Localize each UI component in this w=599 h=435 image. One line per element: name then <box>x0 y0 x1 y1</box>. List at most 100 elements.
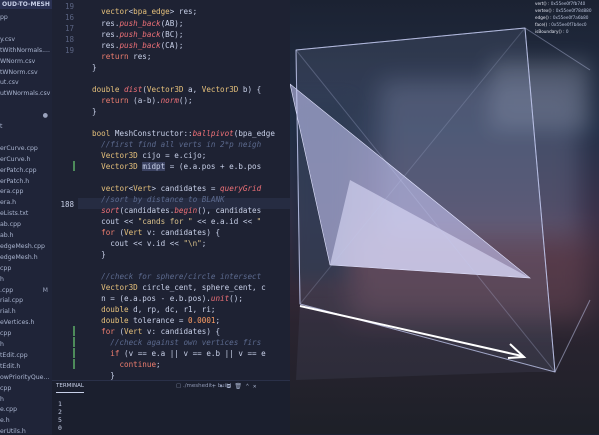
stat-label: vert() <box>535 1 547 6</box>
file-item[interactable]: erPatch.cpp <box>0 165 52 176</box>
file-item[interactable]: tEdit.cpp <box>0 350 52 361</box>
line-number: 188 <box>60 200 74 209</box>
code-line: } <box>92 250 106 259</box>
file-item[interactable]: erCurve.cpp <box>0 143 52 154</box>
file-item[interactable]: rial.cpp <box>0 295 52 306</box>
terminal-output-line: 2 <box>58 408 62 416</box>
file-name: tEdit.cpp <box>0 351 28 359</box>
file-name: e.cpp <box>0 406 18 414</box>
file-item[interactable]: eVertices.h <box>0 317 52 328</box>
file-item[interactable] <box>0 132 52 143</box>
file-item[interactable]: erPatch.h <box>0 176 52 187</box>
file-item[interactable]: h <box>0 274 52 285</box>
code-line: return res; <box>101 52 152 61</box>
file-item[interactable]: e.cpp <box>0 404 52 415</box>
file-item[interactable]: eLists.txt <box>0 208 52 219</box>
file-name: y.csv <box>0 35 16 43</box>
file-item[interactable] <box>0 23 52 34</box>
code-line: double tolerance = 0.0001; <box>101 316 221 325</box>
file-name: tEdit.h <box>0 362 21 370</box>
file-name: h <box>0 341 4 348</box>
file-item[interactable] <box>0 99 52 110</box>
terminal-panel[interactable]: TERMINAL ▢ ./meshedit - build + ▾ ⧉ 🗑 ⌃ … <box>52 380 290 435</box>
file-name: WNorm.csv <box>0 57 36 65</box>
file-name: erUtils.h <box>0 428 26 434</box>
chevron-down-icon[interactable]: ▾ <box>219 383 223 390</box>
file-item[interactable]: era.cpp <box>0 186 52 197</box>
stat-label: edge() <box>535 15 549 20</box>
tab-terminal[interactable]: TERMINAL <box>56 381 84 393</box>
file-item[interactable]: h <box>0 394 52 405</box>
git-change-marker <box>73 337 75 347</box>
cube-edge <box>554 299 591 373</box>
code-line: vector<Vert> candidates = queryGrid <box>101 184 262 193</box>
file-item[interactable]: ● <box>0 110 52 121</box>
code-line: //first find all verts in 2*p neigh <box>101 140 262 149</box>
code-line: Vector3D midpt = (e.a.pos + e.b.pos <box>101 162 262 171</box>
code-line: double d, rp, dc, r1, ri; <box>101 305 216 314</box>
stat-label: vertex() <box>535 8 552 13</box>
split-terminal-icon[interactable]: ⧉ <box>227 383 231 390</box>
stat-value: 0x55ee0f7b4ec0 <box>551 22 587 27</box>
file-name: edgeMesh.h <box>0 253 38 261</box>
file-item[interactable]: ab.cpp <box>0 219 52 230</box>
file-name: cpp <box>0 330 12 338</box>
file-item[interactable]: cpp <box>0 383 52 394</box>
file-item[interactable]: erUtils.h <box>0 426 52 434</box>
file-explorer: OUD-TO-MESH pp y.csv tWithNormals.... WNorm… <box>0 0 53 434</box>
file-name: edgeMesh.cpp <box>0 242 45 250</box>
file-name: h <box>0 275 4 283</box>
file-item[interactable]: e.h <box>0 415 52 426</box>
file-item[interactable]: .cpp M <box>0 285 52 296</box>
file-name: eVertices.h <box>0 319 35 327</box>
code-line: for (Vert v: candidates) { <box>101 327 221 336</box>
file-item[interactable]: h <box>0 339 52 350</box>
code-line: continue; <box>119 360 161 369</box>
line-number: 18 <box>64 35 74 44</box>
file-item[interactable]: y.csv <box>0 34 52 45</box>
file-item[interactable]: tWithNormals.... <box>0 45 52 56</box>
code-editor[interactable]: vector<bpa_edge> res; res.push_back(AB);… <box>78 0 290 380</box>
code-line: res.push_back(CA); <box>92 41 184 50</box>
file-item[interactable]: era.h <box>0 197 52 208</box>
code-line: double dist(Vector3D a, Vector3D b) { <box>92 85 262 94</box>
file-item[interactable]: ut.csv <box>0 77 52 88</box>
file-item[interactable]: pp <box>0 12 52 23</box>
file-item[interactable]: utWNormals.csv <box>0 88 52 99</box>
file-name: utWNormals.csv <box>0 90 51 98</box>
close-icon[interactable]: ✕ <box>253 383 257 390</box>
file-item[interactable]: cpp <box>0 263 52 274</box>
explorer-header: OUD-TO-MESH <box>0 0 52 9</box>
file-item[interactable]: edgeMesh.h <box>0 252 52 263</box>
trash-icon[interactable]: 🗑 <box>234 383 242 390</box>
stat-row: face() : 0x55ee0f7b4ec0 <box>535 22 587 27</box>
file-status-badge: M <box>42 286 48 294</box>
file-item[interactable]: edgeMesh.cpp <box>0 241 52 252</box>
code-line: //check for sphere/circle intersect <box>101 272 262 281</box>
file-item[interactable]: rial.h <box>0 306 52 317</box>
file-item[interactable]: t <box>0 121 52 132</box>
file-item[interactable]: tEdit.h <box>0 361 52 372</box>
file-name: ab.cpp <box>0 221 21 229</box>
code-line: cout << "cands for " << e.a.id << " <box>92 217 266 226</box>
code-line: Vector3D cijo = e.cijo; <box>101 151 207 160</box>
file-item[interactable]: ab.h <box>0 230 52 241</box>
code-line: cout << v.id << "\n"; <box>92 239 207 248</box>
line-number: 19 <box>64 2 74 11</box>
stat-row: isBoundary() : 0 <box>535 29 569 34</box>
file-item[interactable]: tWNorm.csv <box>0 67 52 78</box>
file-item[interactable]: erCurve.h <box>0 154 52 165</box>
file-item[interactable]: owPriorityQue... <box>0 372 52 383</box>
line-number-gutter: 19 16 17 18 19 188 <box>52 0 78 380</box>
code-line: } <box>92 63 97 72</box>
file-name: erCurve.cpp <box>0 144 38 152</box>
maximize-icon[interactable]: ⌃ <box>246 383 250 390</box>
file-item[interactable]: cpp <box>0 328 52 339</box>
terminal-icons: + ▾ ⧉ 🗑 ⌃ ✕ <box>212 381 257 392</box>
new-terminal-icon[interactable]: + <box>212 383 216 390</box>
debug-stats-overlay: vert() : 0x55ee0f7fb740 vertex() : 0x55ee… <box>535 0 592 35</box>
mesh-viewer-window[interactable] <box>290 0 599 434</box>
code-line: if (v == e.a || v == e.b || v == e <box>110 349 266 358</box>
file-item[interactable]: WNorm.csv <box>0 56 52 67</box>
file-name: erPatch.h <box>0 177 30 185</box>
